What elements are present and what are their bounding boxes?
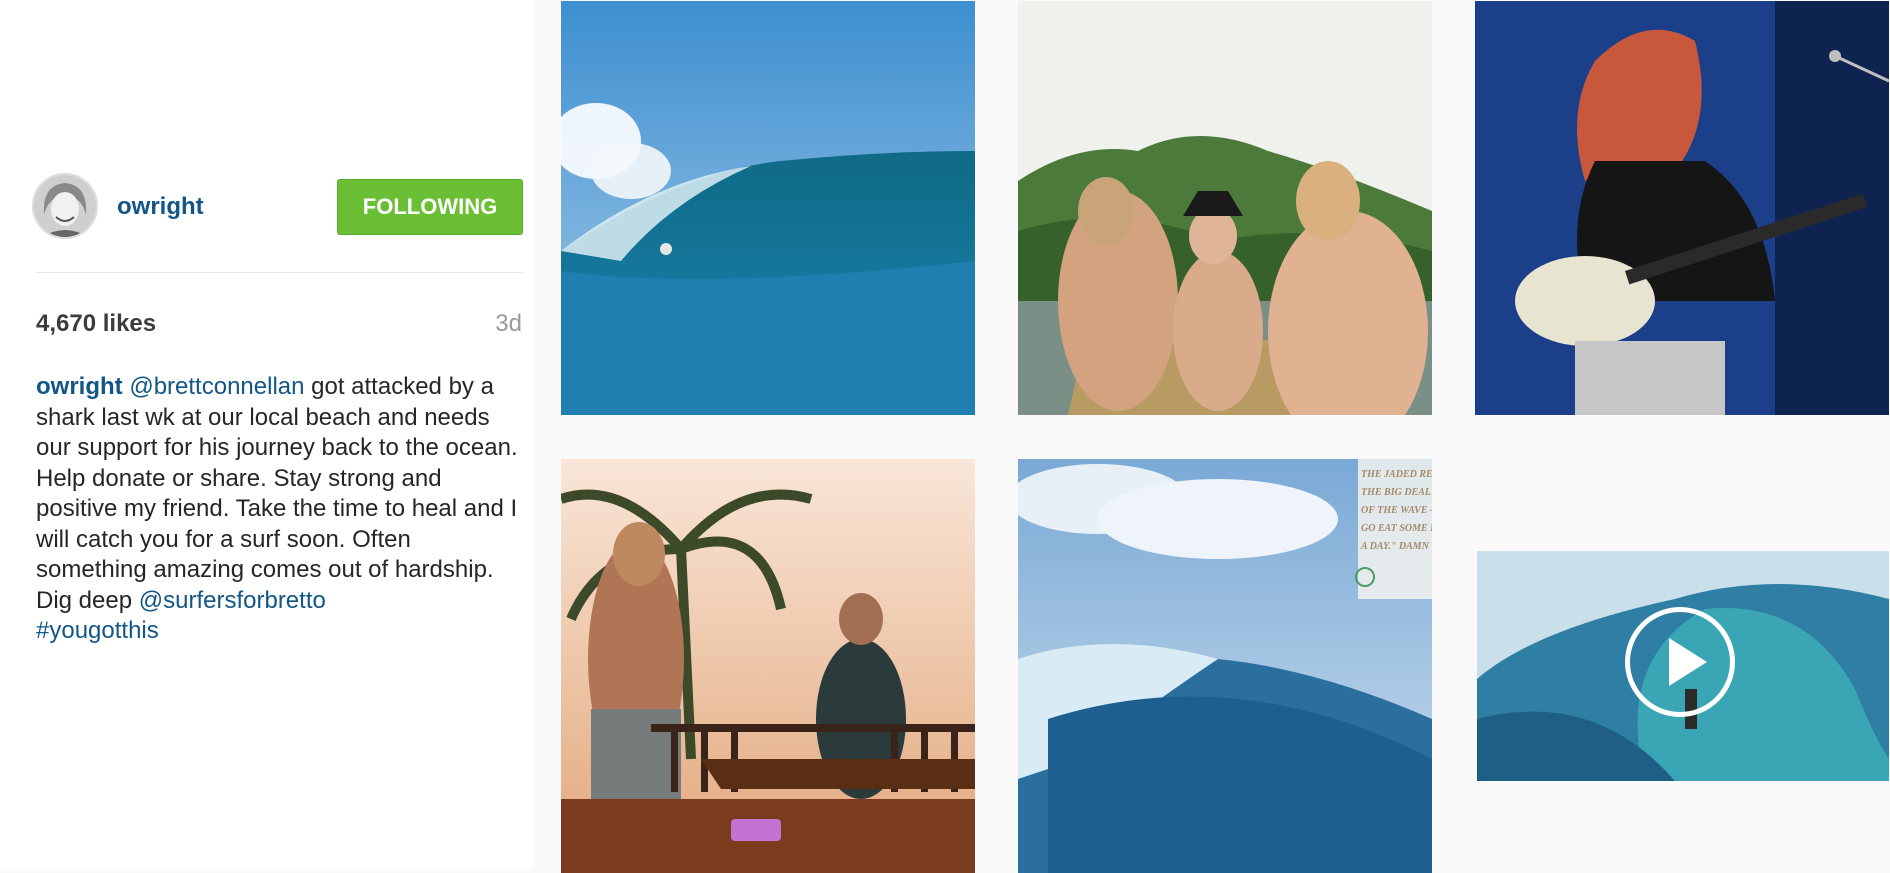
post-timestamp[interactable]: 3d <box>495 310 522 338</box>
magazine-text-line: THE JADED READE <box>1361 469 1432 480</box>
magazine-wave-image: THE JADED READE THE BIG DEAL? ON OF THE … <box>1018 459 1432 873</box>
photo-tile-wave-barrel[interactable] <box>561 1 975 415</box>
magazine-text-line: GO EAT SOME POI <box>1361 523 1432 534</box>
wave-barrel-image <box>561 1 975 415</box>
divider <box>36 272 523 273</box>
mention-link[interactable]: @brettconnellan <box>129 373 304 400</box>
avatar-image <box>34 175 96 237</box>
caption-text: got attacked by a shark last wk at our l… <box>36 373 518 614</box>
post-info-panel: owright FOLLOWING 4,670 likes 3d owright… <box>0 0 534 869</box>
avatar[interactable] <box>32 173 98 239</box>
photo-tile-magazine-wave[interactable]: THE JADED READE THE BIG DEAL? ON OF THE … <box>1018 459 1432 873</box>
magazine-text-line: OF THE WAVE — <box>1361 505 1432 516</box>
following-button[interactable]: FOLLOWING <box>337 179 523 235</box>
photo-tile-balcony-palm[interactable] <box>561 459 975 873</box>
play-icon[interactable] <box>1625 607 1735 717</box>
caption-author-link[interactable]: owright <box>36 373 123 400</box>
magazine-text-line: THE BIG DEAL? ON <box>1361 487 1432 498</box>
magazine-text-line: A DAY." DAMN YO <box>1360 541 1432 552</box>
username-link[interactable]: owright <box>117 193 204 221</box>
post-caption: owright @brettconnellan got attacked by … <box>36 372 526 647</box>
mention-link[interactable]: @surfersforbretto <box>139 587 326 614</box>
boat-friends-image <box>1018 1 1432 415</box>
photo-tile-boat-friends[interactable] <box>1018 1 1432 415</box>
guitarist-image <box>1475 1 1889 415</box>
hashtag-link[interactable]: #yougotthis <box>36 617 159 644</box>
likes-count[interactable]: 4,670 likes <box>36 310 156 338</box>
photo-tile-guitarist[interactable] <box>1475 1 1889 415</box>
balcony-palm-image <box>561 459 975 873</box>
